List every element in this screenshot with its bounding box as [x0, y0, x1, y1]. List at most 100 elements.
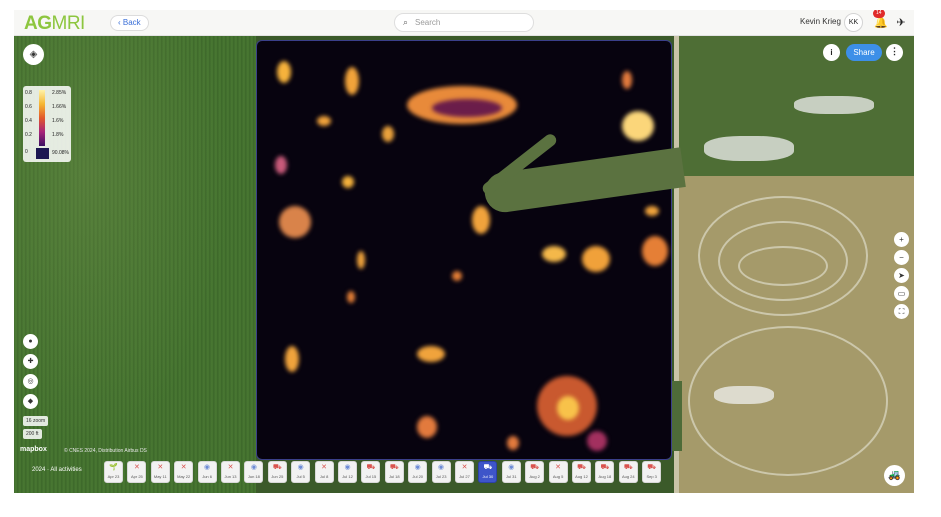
- timeline-chip-date: Jul 30: [482, 474, 494, 479]
- back-button[interactable]: ‹ Back: [110, 15, 149, 31]
- stress-hotspot: [507, 436, 519, 450]
- timeline-chip[interactable]: ⛟ Aug 12: [572, 461, 591, 483]
- agmri-logo[interactable]: AGMRI: [24, 13, 85, 35]
- timeline-chip-date: Jul 23: [435, 474, 447, 479]
- stress-hotspot: [357, 251, 365, 269]
- legend-value: 1.8%: [52, 132, 64, 138]
- search-icon: ⌕: [403, 17, 409, 27]
- info-icon[interactable]: i: [823, 44, 840, 61]
- stress-hotspot: [557, 396, 579, 420]
- timeline-chip-date: Apr 25: [130, 474, 143, 479]
- layers-icon[interactable]: ◈: [23, 44, 44, 65]
- circle-icon: ◉: [297, 464, 304, 471]
- snow-patch: [794, 96, 874, 114]
- timeline-chip[interactable]: ⛟ Aug 2: [525, 461, 545, 483]
- timeline-chip[interactable]: ⛟ Sep 3: [642, 461, 662, 483]
- heatmap-field-overlay[interactable]: [256, 40, 672, 460]
- timeline-chip[interactable]: ◉ Jul 5: [291, 461, 311, 483]
- stress-hotspot: [342, 176, 354, 188]
- stress-hotspot: [582, 246, 610, 272]
- zoom-in-icon[interactable]: +: [894, 232, 909, 247]
- timeline-chip[interactable]: ✕ Jul 8: [314, 461, 334, 483]
- legend-tick: 0.6: [25, 104, 32, 110]
- timeline-chip-date: Jul 15: [365, 474, 377, 479]
- tractor-icon[interactable]: 🚜: [884, 465, 905, 486]
- timeline-chip[interactable]: ✕ May 11: [150, 461, 170, 483]
- x-icon: ✕: [180, 464, 187, 471]
- legend-tick: 0: [25, 149, 28, 155]
- stress-hotspot: [622, 71, 632, 89]
- stress-hotspot: [642, 236, 668, 266]
- locate-icon[interactable]: ◎: [23, 374, 38, 389]
- circle-icon: ◉: [508, 464, 515, 471]
- stress-hotspot: [645, 206, 659, 216]
- timeline-chip-date: Jul 5: [296, 474, 305, 479]
- timeline-chip-date: Jul 18: [388, 474, 400, 479]
- timeline-chip[interactable]: ⛟ Jul 30: [478, 461, 498, 483]
- timeline-chip-date: Aug 2: [529, 474, 540, 479]
- map-attribution[interactable]: © CNES 2024, Distribution Airbus DS: [64, 448, 147, 454]
- truck-icon: ⛟: [647, 464, 657, 471]
- draw-icon[interactable]: ✚: [23, 354, 38, 369]
- stress-hotspot: [452, 271, 462, 281]
- stress-hotspot: [622, 111, 654, 141]
- timeline-chip[interactable]: ✕ Jun 13: [221, 461, 240, 483]
- stress-hotspot: [347, 291, 355, 303]
- timeline-chip[interactable]: ◉ Jul 31: [501, 461, 521, 483]
- zoom-out-icon[interactable]: −: [894, 250, 909, 265]
- timeline-chip[interactable]: ⛟ Jul 15: [361, 461, 381, 483]
- app-window: AGMRI ‹ Back ⌕ Search Kevin Krieg KK 🔔 1…: [14, 10, 914, 493]
- timeline-chip[interactable]: ⛟ Jul 18: [384, 461, 404, 483]
- timeline-chip[interactable]: ✕ May 22: [174, 461, 194, 483]
- timeline-chip[interactable]: ⛟ Jun 25: [267, 461, 287, 483]
- legend-value: 1.6%: [52, 118, 64, 124]
- timeline-chip[interactable]: ⛟ Aug 18: [595, 461, 615, 483]
- stress-hotspot: [279, 206, 311, 238]
- more-icon[interactable]: ⋮: [886, 44, 903, 61]
- circle-icon: ◉: [204, 464, 211, 471]
- mapbox-logo[interactable]: mapbox: [20, 446, 47, 453]
- stress-hotspot: [345, 67, 359, 95]
- x-icon: ✕: [133, 464, 140, 471]
- circle-icon: ◉: [414, 464, 421, 471]
- timeline-chip-date: Jun 13: [224, 474, 237, 479]
- timeline-chip[interactable]: ◉ Jul 12: [338, 461, 357, 483]
- search-placeholder: Search: [415, 18, 441, 27]
- stress-hotspot: [587, 431, 607, 451]
- timeline-chip[interactable]: ⛟ Aug 24: [618, 461, 638, 483]
- timeline-chip-date: Jul 12: [342, 474, 353, 479]
- airplane-icon[interactable]: ✈: [892, 13, 910, 33]
- timeline-label[interactable]: 2024 · All activities: [32, 467, 82, 473]
- share-button[interactable]: Share: [846, 44, 882, 61]
- direction-icon[interactable]: ◆: [23, 394, 38, 409]
- scale-distance: 200 ft: [23, 429, 42, 439]
- timeline-chip[interactable]: ◉ Jul 23: [431, 461, 451, 483]
- avatar[interactable]: KK: [844, 13, 863, 32]
- stress-hotspot: [417, 416, 437, 438]
- user-name[interactable]: Kevin Krieg: [800, 17, 841, 26]
- stress-hotspot: [317, 116, 331, 126]
- timeline-chip[interactable]: ✕ Jul 27: [455, 461, 474, 483]
- snow-patch: [714, 386, 774, 404]
- activity-timeline: 2024 · All activities 🌱 Apr 23 ✕ Apr 25 ✕ May…: [14, 459, 914, 493]
- timeline-chip-date: Jun 18: [247, 474, 260, 479]
- search-input[interactable]: ⌕ Search: [394, 13, 534, 32]
- compass-icon[interactable]: ➤: [894, 268, 909, 283]
- timeline-chip[interactable]: ◉ Jun 18: [244, 461, 264, 483]
- measure-icon[interactable]: ▭: [894, 286, 909, 301]
- x-icon: ✕: [555, 464, 562, 471]
- timeline-chip[interactable]: ✕ Apr 25: [127, 461, 147, 483]
- timeline-chip[interactable]: ◉ Jun 6: [197, 461, 217, 483]
- sprout-icon: 🌱: [109, 464, 118, 471]
- timeline-chip[interactable]: ◉ Jul 20: [408, 461, 428, 483]
- zoom-level: 16 zoom: [23, 416, 49, 426]
- fullscreen-icon[interactable]: ⛶: [894, 304, 909, 319]
- logo-text-mri: MRI: [51, 13, 86, 34]
- satellite-map[interactable]: ◈ 0.8 2.85% 0.6 1.66% 0.4 1.6% 0.2 1.8% …: [14, 36, 914, 493]
- x-icon: ✕: [461, 464, 468, 471]
- pin-icon[interactable]: ●: [23, 334, 38, 349]
- timeline-chip[interactable]: 🌱 Apr 23: [104, 461, 123, 483]
- stress-hotspot: [432, 99, 502, 117]
- timeline-chip-date: Aug 5: [552, 474, 564, 479]
- timeline-chip[interactable]: ✕ Aug 5: [548, 461, 568, 483]
